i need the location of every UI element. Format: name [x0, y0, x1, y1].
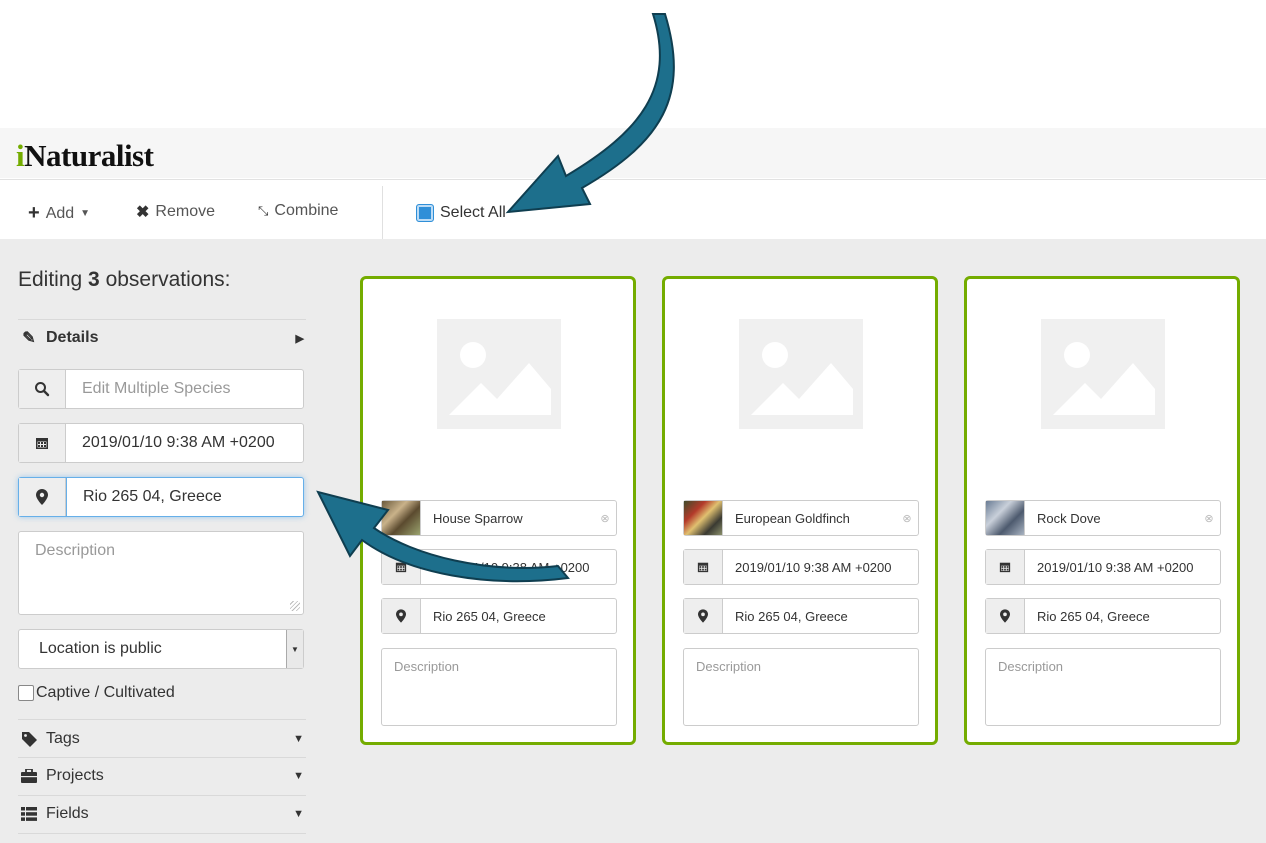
remove-button[interactable]: ✖ Remove [136, 202, 215, 222]
photo-placeholder-icon [1041, 319, 1165, 429]
date-input[interactable]: 2019/01/10 9:38 AM +0200 [18, 423, 304, 463]
projects-section-toggle[interactable]: Projects ▼ [18, 764, 306, 788]
observation-card[interactable]: House Sparrow ⊗ 2019/01/10 9:38 AM +0200… [360, 276, 636, 745]
inaturalist-logo[interactable]: iNaturalist [16, 138, 154, 174]
species-input[interactable]: Edit Multiple Species [18, 369, 304, 409]
clear-icon[interactable]: ⊗ [594, 501, 616, 535]
description-field[interactable]: Description [985, 648, 1221, 726]
date-field[interactable]: 2019/01/10 9:38 AM +0200 [381, 549, 617, 585]
search-icon [19, 370, 66, 408]
checkbox-icon [416, 204, 434, 222]
caret-down-icon: ▼ [293, 808, 304, 820]
observation-card[interactable]: Rock Dove ⊗ 2019/01/10 9:38 AM +0200 Rio… [964, 276, 1240, 745]
species-thumbnail [684, 501, 723, 535]
species-thumbnail [382, 501, 421, 535]
briefcase-icon [18, 769, 40, 783]
map-marker-icon [986, 599, 1025, 633]
location-field[interactable]: Rio 265 04, Greece [985, 598, 1221, 634]
calendar-icon [382, 550, 421, 584]
combine-label: Combine [274, 202, 339, 219]
caret-down-icon: ▼ [293, 770, 304, 782]
date-field[interactable]: 2019/01/10 9:38 AM +0200 [683, 549, 919, 585]
select-all-checkbox[interactable]: Select All [416, 204, 506, 222]
calendar-icon [19, 424, 66, 462]
toolbar-divider [382, 186, 383, 240]
list-icon [18, 807, 40, 821]
description-field[interactable]: Description [381, 648, 617, 726]
details-section-toggle[interactable]: ✎ Details ▶ [18, 326, 306, 350]
species-field[interactable]: House Sparrow ⊗ [381, 500, 617, 536]
checkbox-icon [18, 685, 34, 701]
page-top-whitespace [0, 0, 1266, 128]
map-marker-icon [19, 478, 66, 516]
map-marker-icon [684, 599, 723, 633]
tags-section-toggle[interactable]: Tags ▼ [18, 727, 306, 751]
select-all-label: Select All [440, 204, 506, 221]
species-field[interactable]: Rock Dove ⊗ [985, 500, 1221, 536]
geoprivacy-select[interactable]: Location is public ▼ [18, 629, 304, 669]
photo-placeholder-icon [739, 319, 863, 429]
description-field[interactable]: Description [683, 648, 919, 726]
photo-placeholder-icon [437, 319, 561, 429]
remove-icon: ✖ [136, 204, 150, 221]
toolbar: + Add ▼ ✖ Remove ⤡ Combine Select All [0, 179, 1266, 240]
editing-heading: Editing 3 observations: [18, 268, 231, 291]
map-marker-icon [382, 599, 421, 633]
tag-icon [18, 731, 40, 747]
fields-section-toggle[interactable]: Fields ▼ [18, 802, 306, 826]
divider [18, 833, 306, 834]
calendar-icon [684, 550, 723, 584]
resize-grip-icon[interactable] [290, 601, 300, 611]
caret-down-icon: ▼ [293, 733, 304, 745]
remove-label: Remove [155, 203, 215, 220]
caret-right-icon: ▶ [295, 332, 304, 345]
location-field[interactable]: Rio 265 04, Greece [683, 598, 919, 634]
observation-card[interactable]: European Goldfinch ⊗ 2019/01/10 9:38 AM … [662, 276, 938, 745]
add-button[interactable]: + Add ▼ [28, 202, 90, 225]
pencil-icon: ✎ [22, 330, 36, 347]
species-thumbnail [986, 501, 1025, 535]
caret-down-icon: ▼ [80, 208, 91, 219]
captive-checkbox[interactable]: Captive / Cultivated [18, 684, 175, 702]
species-field[interactable]: European Goldfinch ⊗ [683, 500, 919, 536]
date-field[interactable]: 2019/01/10 9:38 AM +0200 [985, 549, 1221, 585]
divider [18, 757, 306, 758]
app-header [0, 128, 1266, 178]
add-label: Add [45, 204, 75, 222]
location-field[interactable]: Rio 265 04, Greece [381, 598, 617, 634]
clear-icon[interactable]: ⊗ [1198, 501, 1220, 535]
compress-icon: ⤡ [258, 203, 269, 218]
description-textarea[interactable]: Description [18, 531, 304, 615]
divider [18, 719, 306, 720]
plus-icon: + [28, 202, 40, 224]
clear-icon[interactable]: ⊗ [896, 501, 918, 535]
select-dropdown-icon: ▼ [286, 630, 303, 668]
observation-count: 3 [88, 268, 100, 291]
calendar-icon [986, 550, 1025, 584]
divider [18, 795, 306, 796]
divider [18, 319, 306, 320]
combine-button[interactable]: ⤡ Combine [258, 202, 338, 220]
location-input[interactable]: Rio 265 04, Greece [18, 477, 304, 517]
